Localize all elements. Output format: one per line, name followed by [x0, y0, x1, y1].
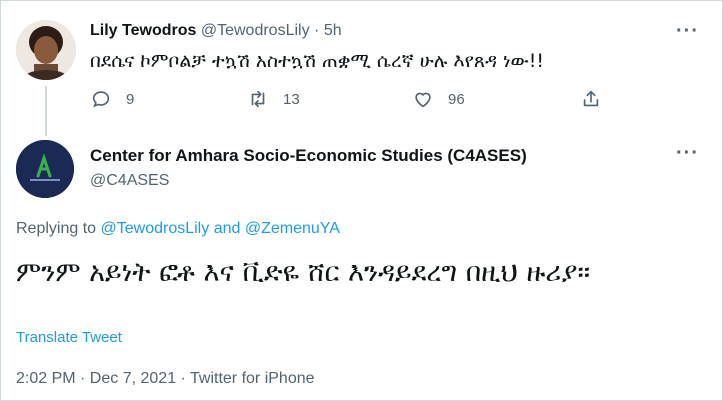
reply-handle-link[interactable]: @ZemenuYA	[245, 220, 340, 237]
user-handle[interactable]: @C4ASES	[90, 172, 169, 190]
share-button[interactable]	[580, 88, 602, 110]
tweet-text: ምንም አይነት ፎቶ እና ቪድዬ ሸር እንዳይደረግ በዚህ ዙሪያ።	[16, 257, 591, 288]
like-button[interactable]: 96	[412, 88, 465, 110]
avatar[interactable]	[16, 20, 76, 80]
translate-tweet-link[interactable]: Translate Tweet	[16, 329, 122, 346]
reply-and-link[interactable]: and	[214, 220, 241, 237]
reply-count: 9	[126, 90, 135, 108]
share-icon	[583, 90, 599, 107]
separator: ·	[314, 22, 320, 39]
retweet-button[interactable]: 13	[247, 88, 300, 110]
tweet-time[interactable]: 5h	[324, 22, 342, 39]
more-icon[interactable]: ···	[676, 142, 699, 165]
tweet-timestamp[interactable]: 2:02 PM · Dec 7, 2021 · Twitter for iPho…	[16, 370, 315, 388]
replying-to: Replying to @TewodrosLily and @ZemenuYA	[16, 220, 340, 238]
heart-icon	[415, 92, 431, 108]
retweet-count: 13	[283, 90, 300, 108]
display-name[interactable]: Lily Tewodros	[90, 22, 196, 39]
organization-logo-icon	[16, 140, 74, 198]
avatar-photo-icon	[16, 20, 76, 80]
thread-connector-line	[45, 86, 47, 136]
avatar[interactable]	[16, 140, 74, 198]
replying-prefix: Replying to	[16, 220, 97, 237]
user-handle[interactable]: @TewodrosLily	[201, 22, 310, 39]
retweet-icon	[251, 90, 265, 108]
tweet-text: በደሴና ኮምቦልቻ ተኳሽ አስተኳሽ ጠቋሚ ሴረኛ ሁሉ እየጸዳ ነው!…	[90, 50, 545, 72]
more-icon[interactable]: ···	[676, 20, 699, 43]
reply-button[interactable]: 9	[90, 88, 134, 110]
reply-handle-link[interactable]: @TewodrosLily	[101, 220, 210, 237]
speech-bubble-icon	[92, 91, 110, 108]
like-count: 96	[448, 90, 465, 108]
parent-tweet-header: Lily Tewodros @TewodrosLily · 5h	[90, 22, 342, 40]
display-name[interactable]: Center for Amhara Socio-Economic Studies…	[90, 146, 527, 166]
